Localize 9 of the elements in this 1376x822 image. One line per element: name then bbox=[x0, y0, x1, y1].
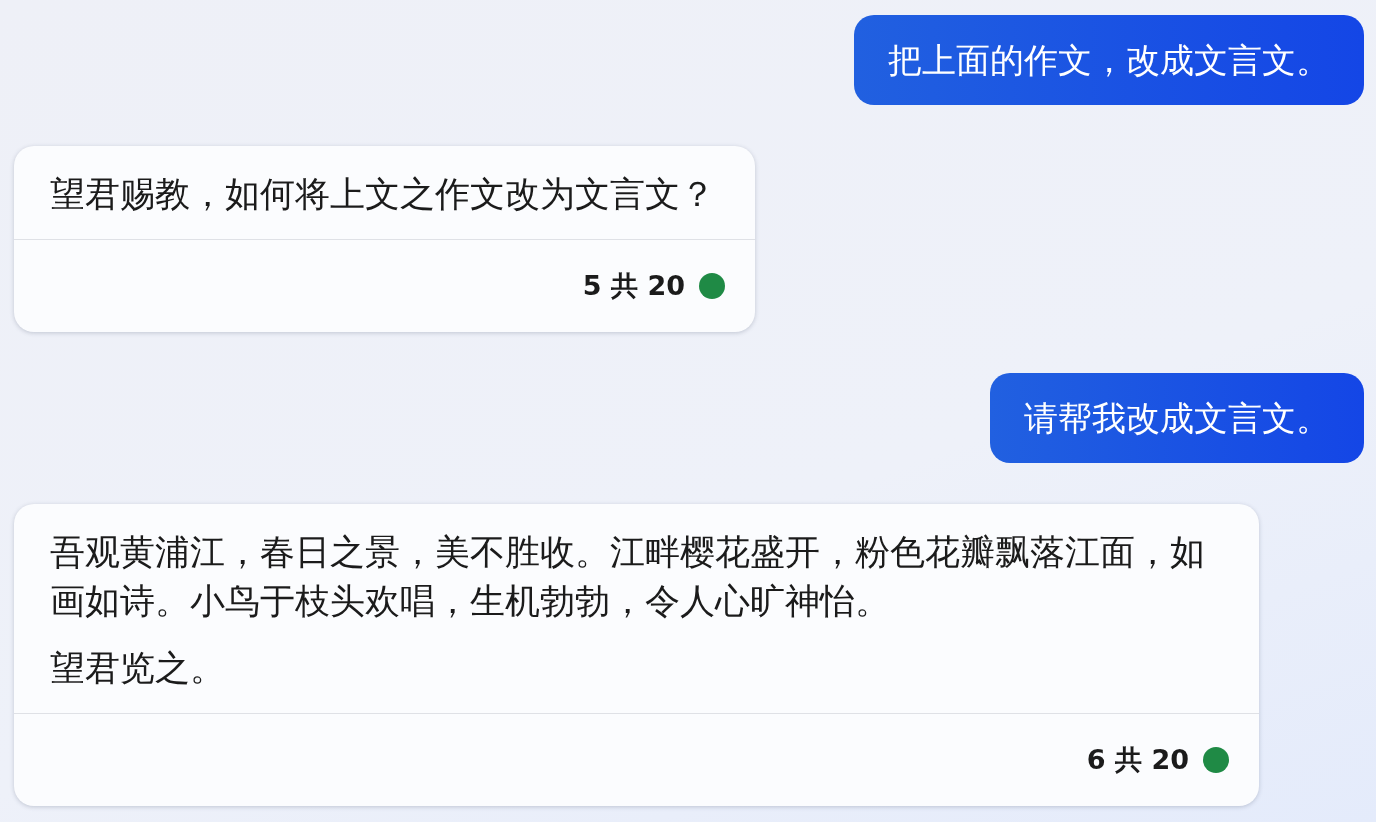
status-dot-icon bbox=[699, 273, 725, 299]
reply-text: 望君览之。 bbox=[50, 647, 226, 690]
status-dot-icon bbox=[1203, 747, 1229, 773]
message-counter: 6 共 20 bbox=[1086, 743, 1189, 777]
user-message: 请帮我改成文言文。 bbox=[990, 373, 1364, 463]
user-message: 把上面的作文，改成文言文。 bbox=[854, 15, 1364, 105]
message-counter: 5 共 20 bbox=[582, 269, 685, 303]
reply-text: 吾观黄浦江，春日之景，美不胜收。江畔樱花盛开，粉色花瓣飘落江面，如画如诗。小鸟于枝头欢唱，生机勃勃，令人心旷神怡。 bbox=[50, 531, 1206, 623]
reply-text: 望君赐教，如何将上文之作文改为文言文？ bbox=[50, 173, 715, 216]
